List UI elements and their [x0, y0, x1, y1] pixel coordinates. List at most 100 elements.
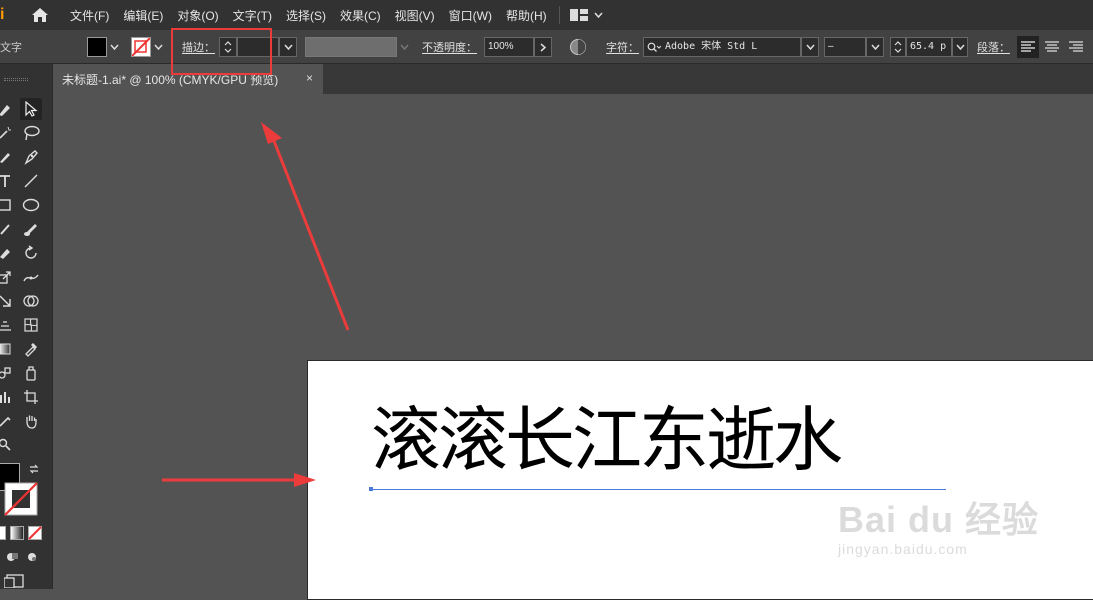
width-tool-icon[interactable]	[20, 266, 42, 288]
artboard-text[interactable]: 滚滚长江东逝水	[371, 405, 843, 475]
lasso-tool-icon[interactable]	[20, 122, 42, 144]
app-logo: i	[0, 6, 5, 23]
menu-window[interactable]: 窗口(W)	[447, 7, 494, 24]
tool-name-label: 文字	[0, 42, 22, 54]
text-anchor-point[interactable]	[369, 487, 373, 491]
menu-effect[interactable]: 效果(C)	[338, 7, 383, 24]
mesh-tool-icon[interactable]	[20, 314, 42, 336]
draw-mode-icon[interactable]	[4, 550, 40, 567]
eyedropper-tool-icon[interactable]	[20, 338, 42, 360]
opacity-label[interactable]: 不透明度：	[422, 30, 477, 64]
rotate-tool-icon[interactable]	[20, 242, 42, 264]
line-segment-tool-icon[interactable]	[20, 170, 42, 192]
fill-color-control[interactable]	[87, 30, 121, 64]
color-mode-gradient-icon[interactable]	[10, 526, 24, 540]
pen-tool-alt-icon[interactable]	[20, 146, 42, 168]
scale-tool-icon[interactable]	[0, 266, 16, 288]
artboard-tool-icon[interactable]	[20, 386, 42, 408]
blob-brush-tool-icon[interactable]	[20, 218, 42, 240]
chevron-down-icon[interactable]	[801, 37, 819, 57]
font-family-select[interactable]: Adobe 宋体 Std L	[643, 37, 801, 57]
chevron-down-icon[interactable]	[952, 37, 968, 57]
direct-selection-tool-icon[interactable]	[20, 98, 42, 120]
ellipse-tool-icon[interactable]	[20, 194, 42, 216]
menu-type[interactable]: 文字(T)	[231, 7, 274, 24]
chevron-down-icon[interactable]	[151, 37, 165, 57]
align-right-icon[interactable]	[1065, 36, 1087, 58]
align-left-icon[interactable]	[1017, 36, 1039, 58]
swap-fill-stroke-icon[interactable]	[28, 463, 40, 478]
screen-mode-icon[interactable]	[3, 574, 26, 591]
stroke-label[interactable]: 描边：	[182, 30, 215, 64]
align-center-icon[interactable]	[1041, 36, 1063, 58]
panel-grip[interactable]	[4, 78, 28, 81]
paintbrush-tool-icon[interactable]	[0, 218, 16, 240]
magic-wand-icon[interactable]	[0, 122, 16, 144]
color-mode-color-icon[interactable]	[0, 526, 6, 540]
document-tab[interactable]: 未标题-1.ai* @ 100% (CMYK/GPU 预览) ×	[53, 64, 323, 94]
chevron-down-icon[interactable]	[279, 37, 297, 57]
hand-tool-icon[interactable]	[20, 410, 42, 432]
tools-panel	[0, 64, 53, 589]
menu-edit[interactable]: 编辑(E)	[121, 7, 165, 24]
stroke-stepper[interactable]	[219, 37, 237, 57]
canvas-area[interactable]: 滚滚长江东逝水 Bai du 经验 jingyan.baidu.com	[53, 94, 1093, 600]
watermark: Bai du 经验 jingyan.baidu.com	[838, 491, 1039, 557]
font-family-value: Adobe 宋体 Std L	[665, 41, 758, 52]
rectangle-tool-icon[interactable]	[0, 194, 16, 216]
search-icon	[647, 42, 661, 52]
font-size-input[interactable]: 65.4 p	[906, 37, 952, 57]
type-tool-icon[interactable]	[0, 170, 16, 192]
opacity-control[interactable]: 100%	[484, 30, 552, 64]
chevron-down-icon[interactable]	[866, 37, 884, 57]
menu-help[interactable]: 帮助(H)	[504, 7, 549, 24]
paragraph-label[interactable]: 段落：	[977, 30, 1010, 64]
free-transform-tool-icon[interactable]	[0, 290, 16, 312]
shape-builder-tool-icon[interactable]	[20, 290, 42, 312]
font-family-control[interactable]: Adobe 宋体 Std L	[643, 30, 819, 64]
stroke-weight-input[interactable]	[237, 37, 279, 57]
stroke-weight-control[interactable]	[219, 30, 297, 64]
menu-file[interactable]: 文件(F)	[68, 7, 111, 24]
menu-select[interactable]: 选择(S)	[284, 7, 328, 24]
menu-bar: i 文件(F) 编辑(E) 对象(O) 文字(T) 选择(S) 效果(C) 视图…	[0, 0, 1093, 30]
eraser-tool-icon[interactable]	[0, 242, 16, 264]
chevron-right-icon[interactable]	[534, 37, 552, 57]
workspace-switcher[interactable]	[569, 9, 603, 21]
pen-tool-icon[interactable]	[0, 98, 16, 120]
recolor-icon[interactable]	[569, 30, 587, 64]
font-size-control[interactable]: 65.4 p	[890, 30, 968, 64]
menu-view[interactable]: 视图(V)	[393, 7, 437, 24]
chevron-down-icon	[594, 12, 603, 18]
profile-field	[305, 37, 397, 57]
close-icon[interactable]: ×	[306, 71, 313, 85]
workspace-layout-icon	[569, 9, 588, 21]
opacity-input[interactable]: 100%	[484, 37, 534, 57]
chevron-down-icon[interactable]	[107, 37, 121, 57]
stroke-color-box[interactable]	[4, 482, 38, 516]
column-graph-tool-icon[interactable]	[0, 386, 16, 408]
watermark-main: Bai du 经验	[838, 499, 1040, 540]
watermark-url: jingyan.baidu.com	[838, 541, 968, 557]
gradient-tool-icon[interactable]	[0, 338, 16, 360]
fill-swatch[interactable]	[87, 37, 107, 57]
artboard[interactable]: 滚滚长江东逝水 Bai du 经验 jingyan.baidu.com	[307, 360, 1093, 600]
zoom-tool-icon[interactable]	[0, 434, 16, 456]
character-label[interactable]: 字符：	[606, 30, 639, 64]
font-size-stepper[interactable]	[890, 37, 906, 57]
menu-object[interactable]: 对象(O)	[175, 7, 220, 24]
blend-tool-icon[interactable]	[0, 362, 16, 384]
font-style-select[interactable]: –	[824, 37, 866, 57]
symbol-sprayer-tool-icon[interactable]	[20, 362, 42, 384]
variable-width-profile	[305, 30, 411, 64]
home-icon[interactable]	[22, 7, 58, 23]
perspective-grid-tool-icon[interactable]	[0, 314, 16, 336]
font-style-control[interactable]: –	[824, 30, 884, 64]
stroke-color-control[interactable]	[131, 30, 165, 64]
curvature-tool-icon[interactable]	[0, 146, 16, 168]
color-mode-none-icon[interactable]	[28, 526, 42, 543]
slice-tool-icon[interactable]	[0, 410, 16, 432]
alignment-group	[1017, 30, 1087, 64]
chevron-down-icon	[397, 37, 411, 57]
stroke-none-swatch[interactable]	[131, 37, 151, 57]
